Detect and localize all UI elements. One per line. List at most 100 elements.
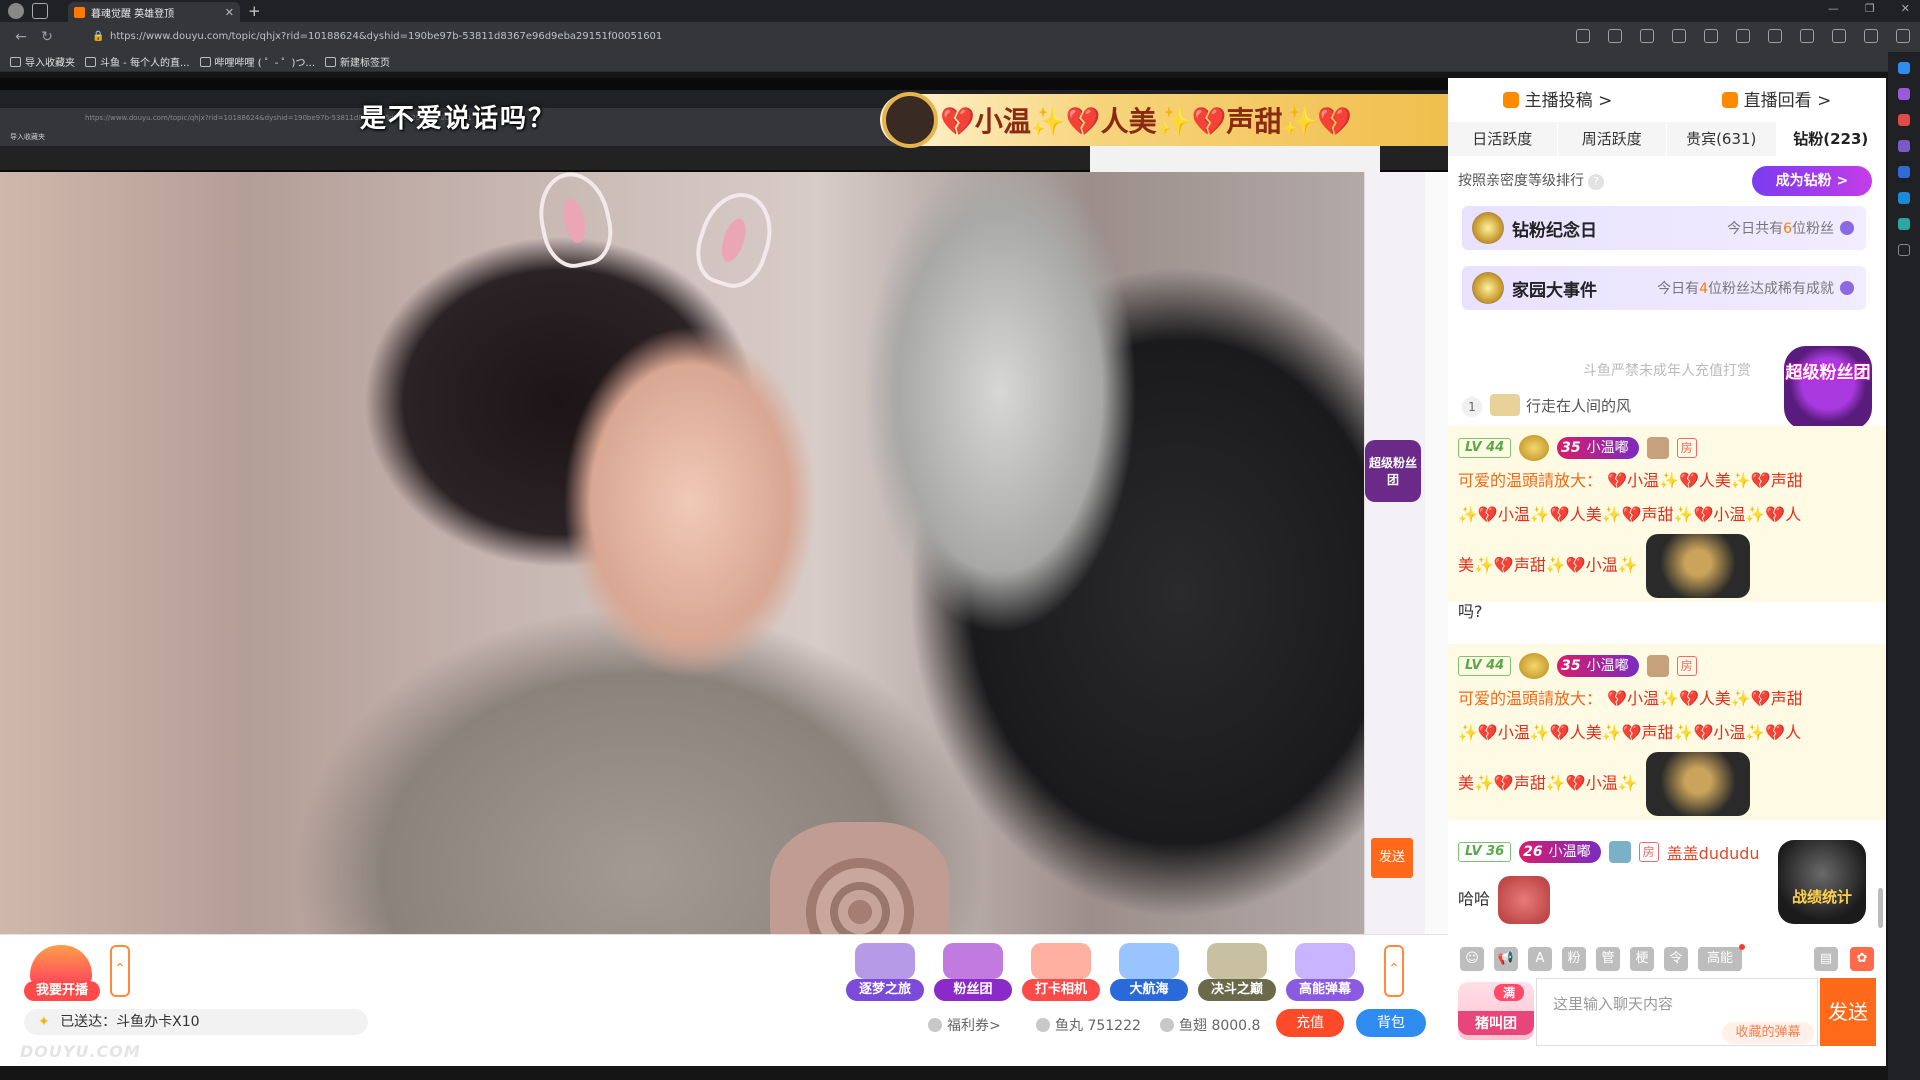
high-energy-button[interactable]: 高能: [1698, 944, 1745, 971]
url-field[interactable]: 🔒 https://www.douyu.com/topic/qhjx?rid=1…: [88, 27, 1628, 47]
copilot-icon[interactable]: [1864, 29, 1878, 43]
anchor-posts-link[interactable]: 主播投稿 >: [1448, 86, 1667, 111]
manage-tool-button[interactable]: 管: [1596, 947, 1620, 971]
sticker-image: [1645, 534, 1750, 598]
super-fans-badge[interactable]: 超级粉丝团: [1784, 346, 1872, 430]
browser-tab[interactable]: 暮魂觉醒 英雄登顶 ✕: [68, 2, 240, 22]
close-window-icon[interactable]: ✕: [1901, 2, 1910, 15]
favorite-danmu-button[interactable]: 收藏的弹幕: [1722, 1022, 1814, 1044]
bookmark-item[interactable]: 哔哩哔哩 ( ゜- ゜)つ...: [199, 54, 315, 69]
chat-user[interactable]: 可爱的温頭請放大：: [1458, 471, 1602, 490]
fan-group-label: 猪叫团: [1458, 1011, 1534, 1035]
chat-message: LV 44 35 小温嘟 房 可爱的温頭請放大： 💔小温✨💔人美✨💔声甜 ✨💔小温…: [1448, 426, 1886, 602]
bookmark-item[interactable]: 新建标签页: [325, 54, 390, 69]
close-tab-icon[interactable]: ✕: [225, 6, 234, 19]
bookmark-item[interactable]: 导入收藏夹: [10, 54, 75, 69]
tools-icon[interactable]: [1898, 114, 1910, 126]
emoji-icon[interactable]: ☺: [1460, 947, 1484, 971]
more-gifts-toggle[interactable]: ⌃: [1384, 945, 1404, 997]
chat-scrollbar[interactable]: [1878, 888, 1883, 928]
new-tab-icon[interactable]: +: [248, 2, 261, 20]
video-icon: [1502, 91, 1519, 108]
gift-item[interactable]: 决斗之巅: [1198, 943, 1276, 1005]
browser-profile-icon[interactable]: [8, 3, 24, 19]
back-icon[interactable]: ←: [8, 29, 34, 45]
downloads-icon[interactable]: [1832, 29, 1846, 43]
fan-badge[interactable]: 35 小温嘟: [1557, 437, 1639, 459]
folder-icon: [10, 56, 21, 67]
read-aloud-icon[interactable]: [1608, 29, 1622, 43]
gift-icon: [1119, 943, 1179, 979]
chat-user[interactable]: 盖盖dududu: [1667, 840, 1760, 864]
battle-stats-badge[interactable]: 战绩统计: [1778, 840, 1866, 924]
go-live-button[interactable]: 我要开播: [24, 945, 100, 1007]
outlook-icon[interactable]: [1898, 192, 1910, 204]
tab-actions-icon[interactable]: [32, 3, 48, 19]
favorite-star-icon[interactable]: [1640, 29, 1654, 43]
filter-icon[interactable]: ▤: [1814, 947, 1838, 971]
banner-diamond-anniversary[interactable]: 钻粉纪念日 今日共有6位粉丝: [1462, 206, 1866, 250]
window-controls: — ❐ ✕: [1828, 2, 1910, 15]
send-button[interactable]: 发送: [1820, 978, 1876, 1046]
backpack-button[interactable]: 背包: [1356, 1009, 1426, 1037]
meme-tool-button[interactable]: 梗: [1630, 947, 1654, 971]
add-icon[interactable]: [1898, 244, 1910, 256]
gift-item[interactable]: 粉丝团: [934, 943, 1012, 1005]
gift-item[interactable]: 高能弹幕: [1286, 943, 1364, 1005]
rank-number: 1: [1462, 397, 1482, 417]
tab-daily[interactable]: 日活跃度: [1448, 122, 1558, 156]
office-icon[interactable]: [1898, 166, 1910, 178]
tab-weekly[interactable]: 周活跃度: [1558, 122, 1667, 156]
command-tool-button[interactable]: 令: [1664, 947, 1688, 971]
gift-item[interactable]: 逐梦之旅: [846, 943, 924, 1005]
search-icon[interactable]: [1898, 62, 1910, 74]
stream-overlay-text: 是不爱说话吗？: [360, 104, 557, 134]
chevron-right-icon: [1840, 221, 1854, 235]
fan-badge[interactable]: 35 小温嘟: [1557, 655, 1639, 677]
gift-label: 逐梦之旅: [846, 979, 924, 1001]
replay-link[interactable]: 直播回看 >: [1667, 86, 1886, 111]
avatar: [1646, 655, 1669, 677]
chat-line: 可爱的温頭請放大： 💔小温✨💔人美✨💔声甜: [1458, 471, 1803, 490]
bookmark-item[interactable]: 斗鱼 - 每个人的直...: [85, 54, 190, 69]
welfare-coupon-link[interactable]: 福利券>: [928, 1015, 1001, 1035]
font-icon[interactable]: A: [1528, 947, 1552, 971]
shopping-icon[interactable]: [1898, 88, 1910, 100]
marquee-text: 💔小温✨💔人美✨💔声甜✨💔: [940, 105, 1353, 138]
minimize-icon[interactable]: —: [1828, 2, 1839, 15]
favorites-icon[interactable]: [1768, 29, 1782, 43]
rank-row[interactable]: 1 行走在人间的风: [1462, 394, 1631, 417]
split-screen-icon[interactable]: [1736, 29, 1750, 43]
send-icon[interactable]: [1898, 218, 1910, 230]
house-icon: [30, 945, 92, 983]
gift-effect-icon[interactable]: ✿: [1850, 947, 1874, 971]
expand-toggle[interactable]: ⌃: [110, 945, 130, 997]
help-icon[interactable]: ?: [1588, 174, 1604, 190]
banner-home-events[interactable]: 家园大事件 今日有4位粉丝达成稀有成就: [1462, 266, 1866, 310]
games-icon[interactable]: [1898, 140, 1910, 152]
fan-badge[interactable]: 26 小温嘟: [1519, 841, 1601, 863]
recharge-button[interactable]: 充值: [1276, 1009, 1344, 1037]
restore-icon[interactable]: ❐: [1865, 2, 1875, 15]
tab-diamond-fans[interactable]: 钻粉(223): [1776, 122, 1886, 156]
broadcast-icon[interactable]: 📢: [1494, 947, 1518, 971]
fan-group-button[interactable]: 满 猪叫团: [1458, 982, 1534, 1040]
extensions-icon[interactable]: [1704, 29, 1718, 43]
zoom-icon[interactable]: [1576, 29, 1590, 43]
reload-icon[interactable]: ↻: [34, 29, 60, 45]
collections-icon[interactable]: [1800, 29, 1814, 43]
tab-vip[interactable]: 贵宾(631): [1667, 122, 1777, 156]
gift-icon: [1031, 943, 1091, 979]
gift-icon: [855, 943, 915, 979]
gold-medal-icon: [1519, 435, 1550, 461]
video-player[interactable]: https://www.douyu.com/topic/qhjx?rid=101…: [0, 78, 1448, 1006]
become-diamond-fan-button[interactable]: 成为钻粉 >: [1752, 166, 1872, 196]
super-fans-badge: 超级粉丝团: [1365, 440, 1421, 502]
chat-user[interactable]: 可爱的温頭請放大：: [1458, 689, 1602, 708]
screenshot-icon[interactable]: [1672, 29, 1686, 43]
gift-item[interactable]: 大航海: [1110, 943, 1188, 1005]
fan-tool-button[interactable]: 粉: [1562, 947, 1586, 971]
gift-label: 大航海: [1110, 979, 1188, 1001]
more-menu-icon[interactable]: [1896, 29, 1910, 43]
gift-item[interactable]: 打卡相机: [1022, 943, 1100, 1005]
